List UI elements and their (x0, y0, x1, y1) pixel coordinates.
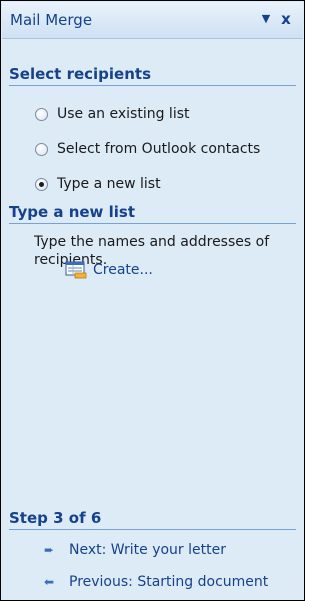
radio-type-new-list[interactable]: Type a new list (35, 173, 161, 195)
radio-label: Type a new list (57, 176, 161, 192)
radio-label: Select from Outlook contacts (57, 141, 261, 157)
create-link[interactable]: Create... (65, 259, 153, 281)
step-divider (9, 529, 296, 530)
select-recipients-heading: Select recipients (9, 65, 152, 83)
create-link-label: Create... (93, 262, 153, 278)
previous-step-link[interactable]: ⬅ Previous: Starting document (41, 572, 268, 592)
radio-select-outlook-contacts[interactable]: Select from Outlook contacts (35, 138, 260, 160)
next-step-label: Next: Write your letter (69, 542, 226, 558)
address-list-icon (65, 261, 87, 279)
radio-button[interactable] (35, 107, 48, 121)
pane-title: Mail Merge (10, 11, 93, 29)
arrow-right-icon: ➨ (43, 543, 55, 557)
mail-merge-pane: Mail Merge ▼ x Select recipients Use an … (0, 0, 305, 601)
type-new-list-divider (9, 223, 296, 224)
radio-use-existing-list[interactable]: Use an existing list (35, 103, 190, 125)
arrow-left-icon: ⬅ (43, 575, 55, 589)
select-recipients-divider (9, 85, 296, 86)
previous-step-label: Previous: Starting document (69, 574, 269, 590)
radio-label: Use an existing list (57, 106, 190, 122)
close-pane-icon[interactable]: x (277, 9, 295, 29)
radio-button[interactable] (35, 142, 48, 156)
radio-button-selected[interactable] (35, 177, 48, 191)
pane-menu-dropdown-icon[interactable]: ▼ (257, 9, 275, 29)
type-new-list-heading: Type a new list (9, 203, 136, 221)
next-step-link[interactable]: ➨ Next: Write your letter (41, 540, 226, 560)
step-heading: Step 3 of 6 (9, 509, 102, 527)
pane-title-bar: Mail Merge ▼ x (2, 2, 303, 39)
